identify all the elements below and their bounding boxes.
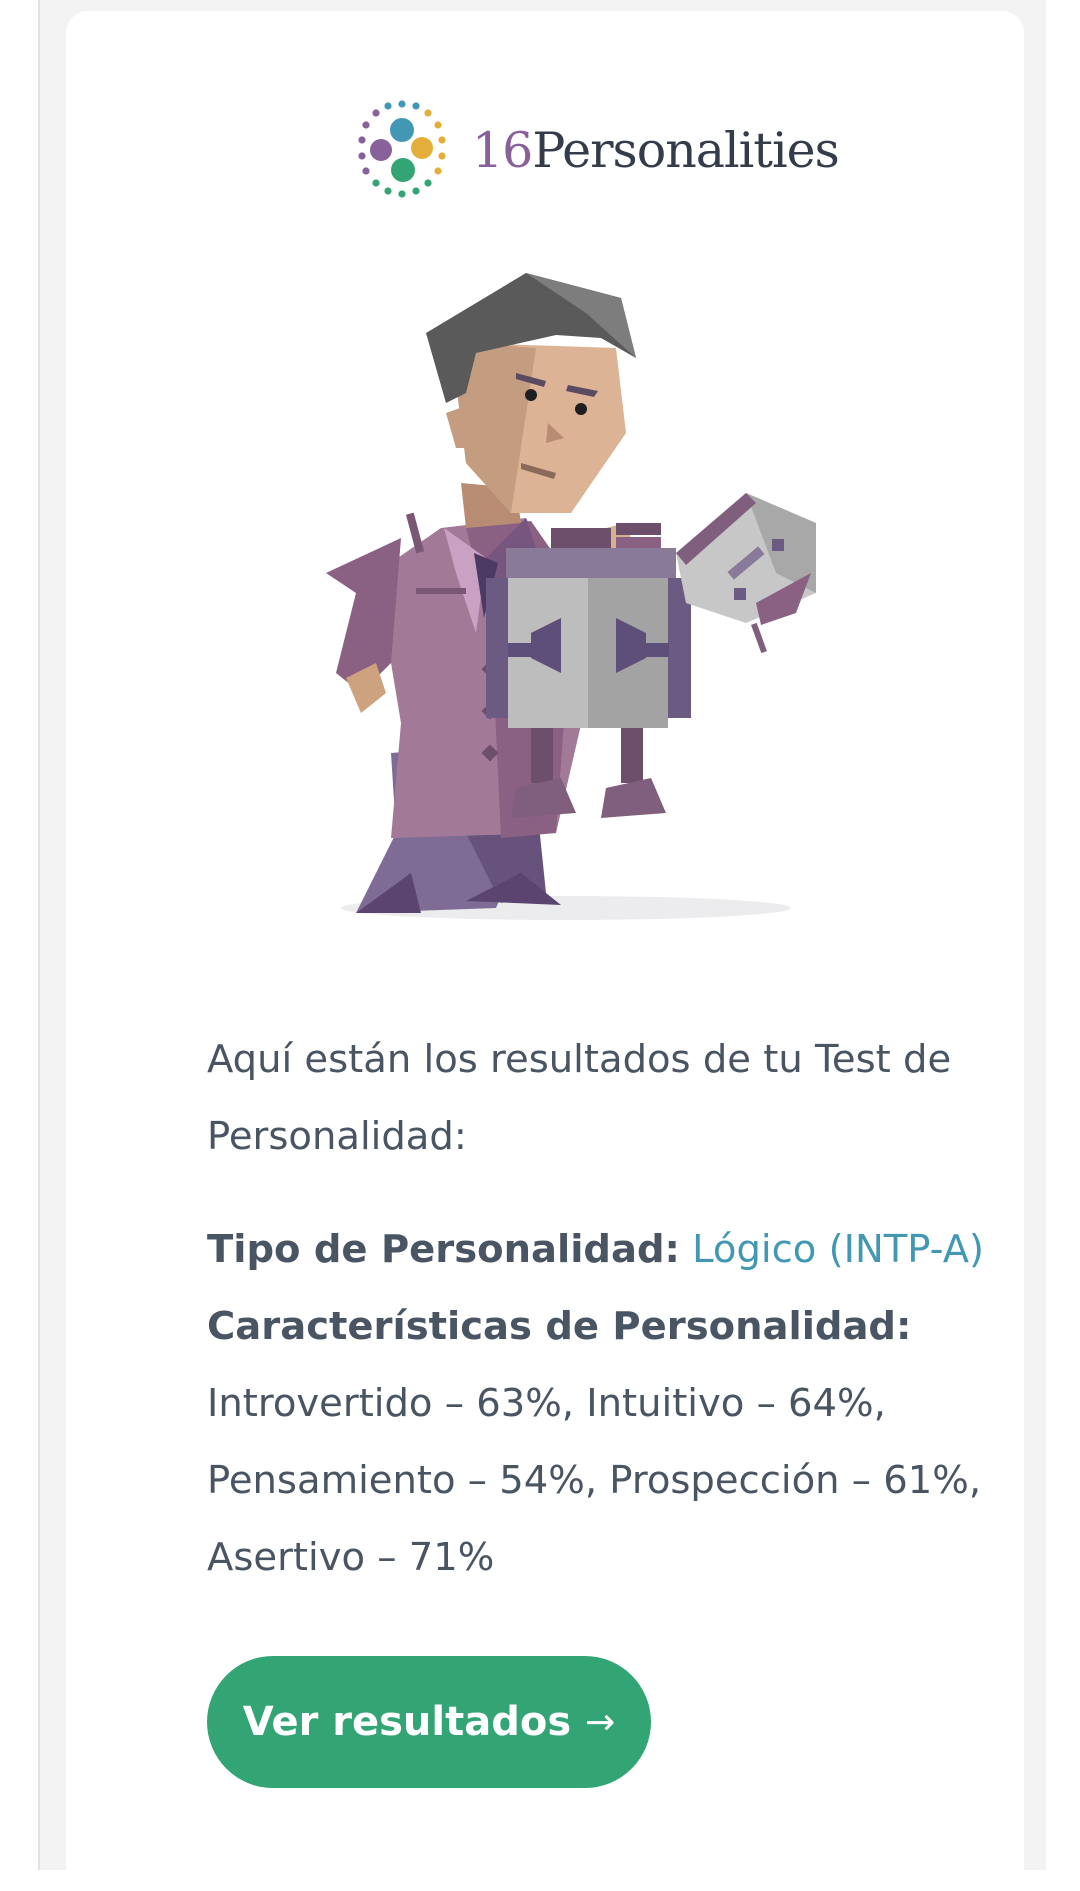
edge-divider xyxy=(38,0,40,1870)
dots-cluster-icon xyxy=(358,100,446,198)
type-value-link[interactable]: Lógico (INTP-A) xyxy=(692,1227,984,1272)
results-text: Aquí están los resultados de tu Test de … xyxy=(207,1021,1027,1596)
intro-text: Aquí están los resultados de tu Test de … xyxy=(207,1037,952,1159)
brand-number: 16 xyxy=(472,121,533,179)
view-results-label: Ver resultados xyxy=(242,1699,572,1745)
email-card: 16Personalities Aquí están los resultado… xyxy=(66,11,1024,1891)
traits-label: Características de Personalidad: xyxy=(207,1304,912,1349)
brand-wordmark: 16Personalities xyxy=(472,126,840,175)
brand-word: Personalities xyxy=(532,121,839,179)
logician-illustration xyxy=(326,273,816,920)
view-results-button[interactable]: Ver resultados → xyxy=(207,1656,651,1788)
personality-type-line: Tipo de Personalidad: Lógico (INTP-A) xyxy=(207,1211,1027,1288)
arrow-right-icon: → xyxy=(585,1701,616,1743)
type-label: Tipo de Personalidad: xyxy=(207,1227,680,1272)
brand-logo[interactable]: 16Personalities xyxy=(350,95,840,205)
traits-text: Introvertido – 63%, Intuitivo – 64%, Pen… xyxy=(207,1381,982,1580)
